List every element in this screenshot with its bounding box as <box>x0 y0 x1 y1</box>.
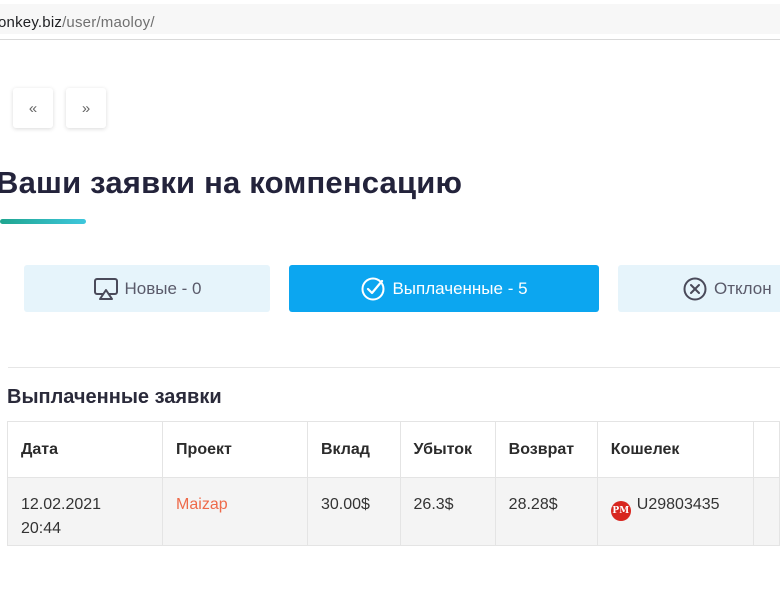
claims-table: Дата Проект Вклад Убыток Возврат Кошелек… <box>6 421 780 546</box>
wallet-id: U29803435 <box>636 496 720 513</box>
filter-new-button[interactable]: Новые - 0 <box>24 265 270 312</box>
cell-loss: 26.3$ <box>399 477 496 546</box>
table-row: 12.02.2021 20:44 Maizap 30.00$ 26.3$ 28.… <box>6 477 780 546</box>
header-loss: Убыток <box>399 421 496 478</box>
cell-date-day: 12.02.2021 <box>21 496 102 513</box>
header-deposit: Вклад <box>306 421 401 478</box>
browser-address-bar[interactable]: onkey.biz/user/maoloy/ <box>0 0 780 40</box>
filter-new-label: Новые - 0 <box>124 278 202 298</box>
airplay-icon <box>93 277 118 300</box>
cell-date: 12.02.2021 20:44 <box>6 477 164 546</box>
cell-wallet: PM U29803435 <box>596 477 754 546</box>
filter-paid-button[interactable]: Выплаченные - 5 <box>289 265 599 312</box>
filter-rejected-button[interactable]: Отклон <box>618 265 780 312</box>
header-project: Проект <box>162 421 308 478</box>
cell-extra <box>752 477 780 546</box>
perfect-money-icon: PM <box>610 501 631 521</box>
table-header-row: Дата Проект Вклад Убыток Возврат Кошелек <box>6 421 780 478</box>
section-title: Выплаченные заявки <box>7 386 222 408</box>
url-host: onkey.biz <box>0 14 63 31</box>
address-field[interactable]: onkey.biz/user/maoloy/ <box>0 4 780 34</box>
cell-deposit: 30.00$ <box>306 477 401 546</box>
url-text: onkey.biz/user/maoloy/ <box>0 14 155 31</box>
page-title: Ваши заявки на компенсацию <box>0 165 463 200</box>
cell-refund: 28.28$ <box>494 477 598 546</box>
cell-project: Maizap <box>162 477 308 546</box>
project-link[interactable]: Maizap <box>176 496 228 513</box>
header-date: Дата <box>6 421 164 478</box>
pager-next-button[interactable]: » <box>66 88 106 128</box>
url-path: /user/maoloy/ <box>62 14 155 31</box>
header-refund: Возврат <box>494 421 598 478</box>
section-divider <box>8 367 780 368</box>
header-wallet: Кошелек <box>596 421 754 478</box>
header-extra <box>752 421 780 478</box>
cell-date-time: 20:44 <box>21 520 62 537</box>
check-circle-icon <box>361 277 385 300</box>
filter-paid-label: Выплаченные - 5 <box>392 278 528 298</box>
filter-rejected-label: Отклон <box>714 278 772 298</box>
pager-prev-button[interactable]: « <box>13 88 53 128</box>
title-underline <box>0 219 86 224</box>
x-circle-icon <box>683 277 707 300</box>
